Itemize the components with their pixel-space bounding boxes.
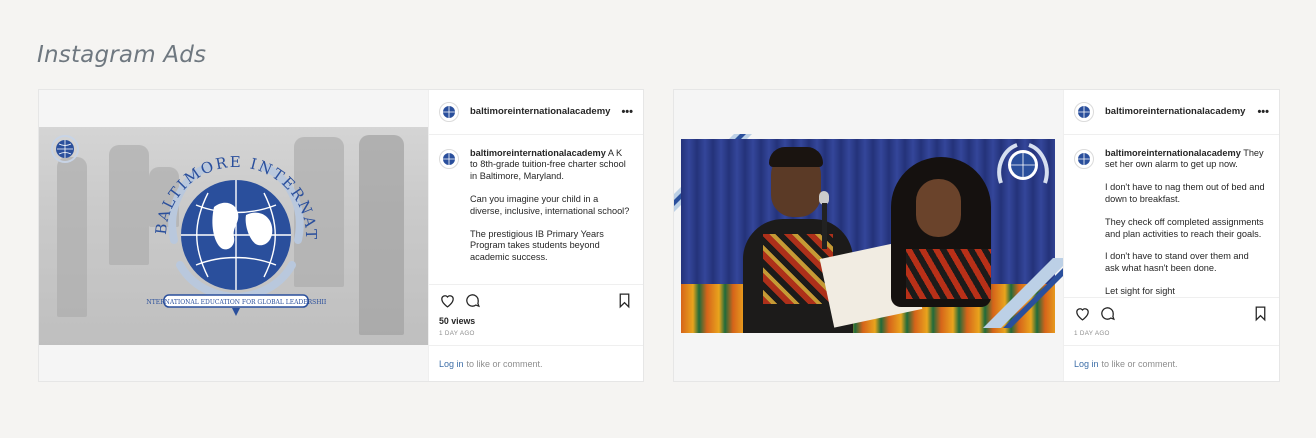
login-link[interactable]: Log in xyxy=(1074,359,1099,369)
avatar[interactable] xyxy=(439,101,459,122)
more-dots-icon[interactable]: ••• xyxy=(1257,106,1269,118)
view-count: 50 views xyxy=(439,315,476,326)
post-actions-1: 50 views 1 DAY AGO xyxy=(429,283,643,346)
caption-username[interactable]: baltimoreinternationalacademy xyxy=(470,148,606,158)
instagram-ad-card-2: baltimoreinternationalacademy ••• baltim… xyxy=(673,89,1280,382)
timestamp: 1 DAY AGO xyxy=(1074,329,1110,337)
post-caption-1: baltimoreinternationalacademy A K to 8th… xyxy=(429,135,643,284)
caption-paragraph: Can you imagine your child in a diverse,… xyxy=(470,194,630,216)
username-link[interactable]: baltimoreinternationalacademy xyxy=(1105,106,1245,117)
school-photo: BALTIMORE INTERNATIONAL ACADEMY INTERNAT… xyxy=(39,127,428,345)
comment-icon[interactable] xyxy=(1099,305,1116,322)
caption-paragraph: I don't have to nag them out of bed and … xyxy=(1105,182,1265,205)
timestamp: 1 DAY AGO xyxy=(439,329,475,337)
login-prompt: to like or comment. xyxy=(1101,358,1178,369)
globe-icon xyxy=(443,152,455,165)
post-actions-2: 1 DAY AGO xyxy=(1064,296,1279,346)
avatar[interactable] xyxy=(1074,101,1094,122)
bookmark-icon[interactable] xyxy=(616,292,633,309)
instagram-ad-card-1: BALTIMORE INTERNATIONAL ACADEMY INTERNAT… xyxy=(38,89,644,382)
globe-icon xyxy=(1078,105,1090,118)
post-sidebar-2: baltimoreinternationalacademy ••• baltim… xyxy=(1063,90,1279,381)
globe-icon xyxy=(1078,152,1090,165)
post-header-2: baltimoreinternationalacademy ••• xyxy=(1064,90,1279,135)
decorative-stripe xyxy=(983,258,1063,328)
login-bar-2: Log in to like or comment. xyxy=(1064,345,1279,381)
bookmark-icon[interactable] xyxy=(1252,305,1269,322)
login-bar-1: Log in to like or comment. xyxy=(429,345,643,381)
caption-paragraph: Let sight for sight xyxy=(1105,286,1175,297)
caption-paragraph: They check off completed assignments and… xyxy=(1105,216,1264,239)
page-title: Instagram Ads xyxy=(37,42,207,68)
post-image-2[interactable] xyxy=(674,90,1063,381)
login-link[interactable]: Log in xyxy=(439,359,464,369)
school-globe-logo xyxy=(997,143,1049,184)
login-prompt: to like or comment. xyxy=(466,358,543,369)
avatar[interactable] xyxy=(1074,148,1094,169)
small-globe-logo-icon xyxy=(51,135,79,163)
heart-icon[interactable] xyxy=(439,292,456,309)
username-link[interactable]: baltimoreinternationalacademy xyxy=(470,106,610,117)
post-header-1: baltimoreinternationalacademy ••• xyxy=(429,90,643,135)
baltimore-international-academy-logo: BALTIMORE INTERNATIONAL ACADEMY INTERNAT… xyxy=(146,145,326,316)
caption-paragraph: The prestigious IB Primary Years Program… xyxy=(470,228,604,263)
post-sidebar-1: baltimoreinternationalacademy ••• baltim… xyxy=(428,90,643,381)
globe-icon xyxy=(443,105,455,118)
comment-icon[interactable] xyxy=(464,292,481,309)
caption-paragraph: I don't have to stand over them and ask … xyxy=(1105,251,1249,274)
heart-icon[interactable] xyxy=(1074,305,1091,322)
avatar[interactable] xyxy=(439,148,459,169)
caption-username[interactable]: baltimoreinternationalacademy xyxy=(1105,148,1241,158)
post-caption-2: baltimoreinternationalacademy They set h… xyxy=(1064,135,1279,297)
post-image-1[interactable]: BALTIMORE INTERNATIONAL ACADEMY INTERNAT… xyxy=(39,90,428,381)
more-dots-icon[interactable]: ••• xyxy=(621,106,633,118)
svg-text:INTERNATIONAL EDUCATION FOR GL: INTERNATIONAL EDUCATION FOR GLOBAL LEADE… xyxy=(146,299,326,306)
